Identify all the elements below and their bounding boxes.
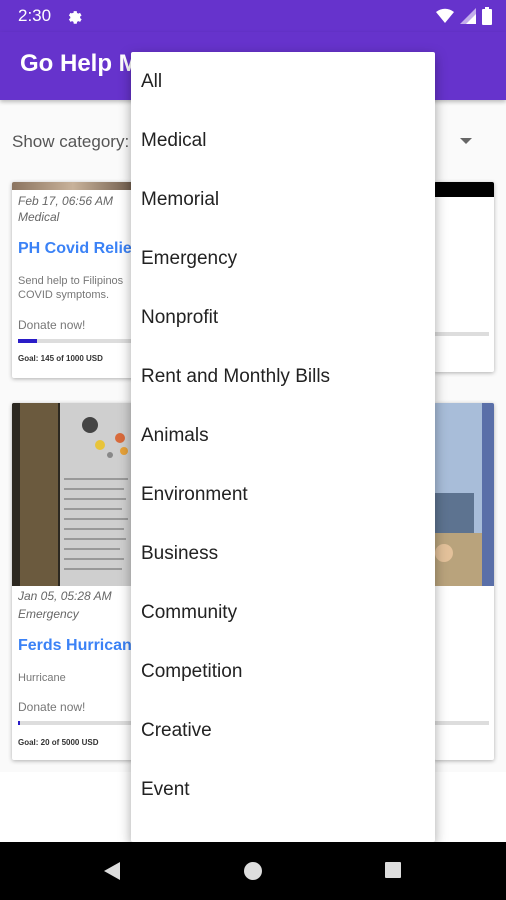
battery-icon <box>482 7 492 25</box>
campaign-photo <box>12 403 134 586</box>
goal-text: Goal: 20 of 5000 USD <box>18 738 99 747</box>
donate-now-link[interactable]: Donate now! <box>18 318 85 332</box>
donation-progress-fill <box>18 339 37 343</box>
campaign-card-edge <box>434 182 494 372</box>
donation-progress-fill <box>18 721 20 725</box>
system-nav-bar <box>0 842 506 900</box>
campaign-card[interactable]: Feb 17, 06:56 AM Medical PH Covid Relie … <box>12 182 134 378</box>
campaign-description: Hurricane <box>18 672 66 684</box>
status-time: 2:30 <box>18 6 52 25</box>
signal-icon <box>460 8 476 24</box>
menu-item-competition[interactable]: Competition <box>131 642 435 701</box>
dropdown-arrow-icon[interactable] <box>460 138 472 144</box>
campaign-image <box>434 182 494 197</box>
menu-item-event[interactable]: Event <box>131 760 435 819</box>
menu-item-all[interactable]: All <box>131 52 435 111</box>
menu-item-community[interactable]: Community <box>131 583 435 642</box>
app-title: Go Help M <box>20 50 139 77</box>
campaign-image <box>12 403 134 586</box>
category-filter-label: Show category: <box>12 132 130 151</box>
menu-item-memorial[interactable]: Memorial <box>131 170 435 229</box>
campaign-category: Emergency <box>18 607 79 621</box>
campaign-category: Medical <box>18 210 60 224</box>
gear-icon <box>68 11 82 24</box>
menu-item-nonprofit[interactable]: Nonprofit <box>131 288 435 347</box>
menu-item-rent-bills[interactable]: Rent and Monthly Bills <box>131 347 435 406</box>
donation-progress-bar <box>434 721 489 725</box>
campaign-image <box>434 403 494 586</box>
category-dropdown-menu: All Medical Memorial Emergency Nonprofit… <box>131 52 435 842</box>
status-icons <box>436 7 492 25</box>
campaign-card-edge <box>434 403 494 760</box>
campaign-title[interactable]: PH Covid Relie <box>18 240 132 258</box>
menu-item-animals[interactable]: Animals <box>131 406 435 465</box>
wifi-icon <box>436 8 454 23</box>
campaign-description: Send help to Filipinos COVID symptoms. <box>18 275 124 301</box>
donate-now-link[interactable]: Donate now! <box>18 700 85 714</box>
home-icon[interactable] <box>243 861 263 881</box>
goal-text: Goal: 145 of 1000 USD <box>18 354 103 363</box>
menu-item-creative[interactable]: Creative <box>131 701 435 760</box>
campaign-image <box>12 182 134 190</box>
donation-progress-bar <box>18 721 134 725</box>
donation-progress-bar <box>18 339 134 343</box>
menu-item-emergency[interactable]: Emergency <box>131 229 435 288</box>
campaign-photo <box>434 403 494 586</box>
menu-item-business[interactable]: Business <box>131 524 435 583</box>
menu-item-environment[interactable]: Environment <box>131 465 435 524</box>
back-icon[interactable] <box>102 861 122 881</box>
donation-progress-bar <box>434 332 489 336</box>
campaign-date: Feb 17, 06:56 AM <box>18 194 113 208</box>
campaign-card[interactable]: Jan 05, 05:28 AM Emergency Ferds Hurrica… <box>12 403 134 760</box>
status-bar: 2:30 <box>0 0 506 32</box>
campaign-date: Jan 05, 05:28 AM <box>18 589 112 603</box>
campaign-title[interactable]: Ferds Hurrican <box>18 637 132 655</box>
menu-item-medical[interactable]: Medical <box>131 111 435 170</box>
recents-icon[interactable] <box>384 861 402 879</box>
